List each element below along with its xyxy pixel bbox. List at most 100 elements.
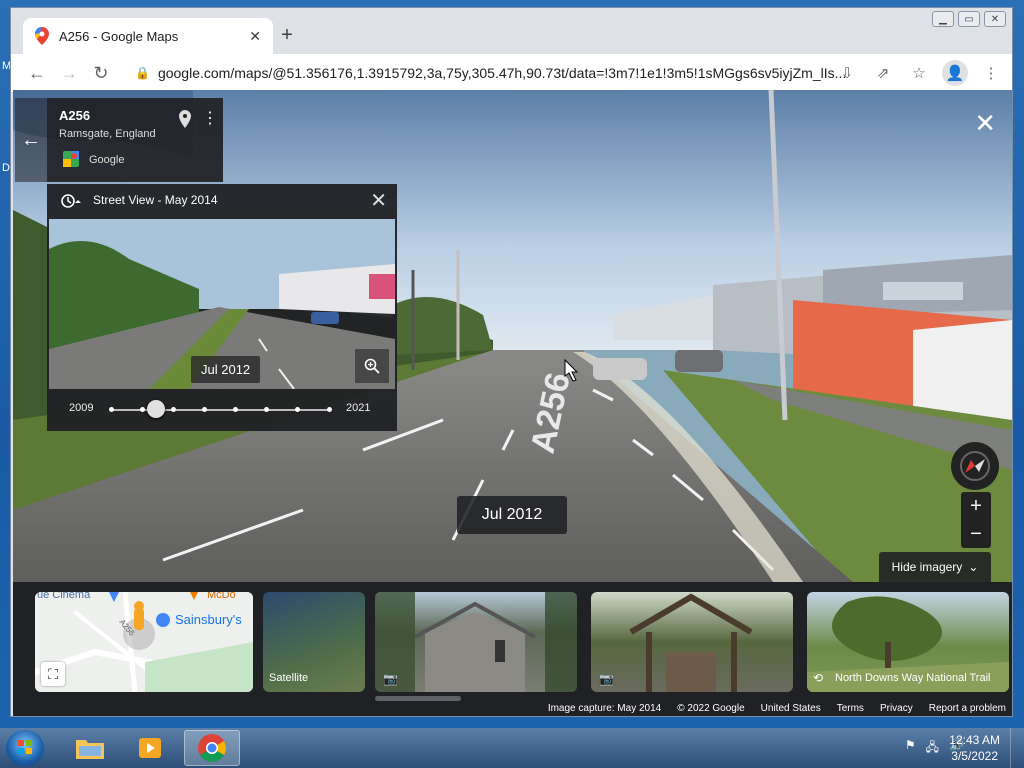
maps-pin-icon bbox=[35, 27, 49, 45]
hide-imagery-label: Hide imagery bbox=[891, 560, 963, 574]
map-label: Sainsbury's bbox=[175, 612, 242, 627]
slider-stop[interactable] bbox=[201, 407, 207, 412]
clock-time: 12:43 AM bbox=[949, 733, 1000, 747]
time-panel-title: Street View - May 2014 bbox=[93, 193, 218, 207]
magnifier-plus-icon bbox=[364, 358, 380, 374]
slider-end-year: 2021 bbox=[346, 402, 371, 414]
browser-window: A256 - Google Maps ✕ + ▁ ▭ ✕ ← → ↻ 🔒 goo… bbox=[10, 7, 1013, 717]
close-street-view-icon[interactable]: ✕ bbox=[974, 108, 996, 139]
browser-toolbar: ← → ↻ 🔒 google.com/maps/@51.356176,1.391… bbox=[11, 54, 1012, 92]
photo-card-trail[interactable]: North Downs Way National Trail ⟲ bbox=[807, 592, 1009, 692]
street-view[interactable]: A256 ← A256 Ramsgate, England Google ⋮ S… bbox=[13, 90, 1012, 716]
thumbnail-date: Jul 2012 bbox=[191, 356, 261, 383]
location-card: A256 Ramsgate, England Google ⋮ bbox=[47, 98, 223, 182]
hide-imagery-button[interactable]: Hide imagery ⌄ bbox=[879, 552, 991, 582]
zoom-control: + − bbox=[961, 492, 991, 548]
windows-logo-icon bbox=[18, 740, 32, 754]
report-problem-link[interactable]: Report a problem bbox=[929, 703, 1006, 714]
tab-google-maps[interactable]: A256 - Google Maps ✕ bbox=[23, 18, 273, 54]
camera-icon: 📷 bbox=[599, 672, 614, 686]
close-window-button[interactable]: ✕ bbox=[984, 11, 1006, 27]
taskbar: ⚑ 🖧 🔊 12:43 AM 3/5/2022 bbox=[0, 728, 1024, 768]
taskbar-media-player[interactable] bbox=[122, 730, 178, 766]
photo-card-church[interactable]: 📷 bbox=[375, 592, 577, 692]
card-label: Satellite bbox=[269, 672, 309, 684]
maximize-button[interactable]: ▭ bbox=[958, 11, 980, 27]
map-card[interactable]: ue Cinema McDo Sainsbury's A256 ⛶ bbox=[35, 592, 253, 692]
more-options-icon[interactable]: ⋮ bbox=[202, 108, 218, 128]
location-pin-icon[interactable] bbox=[179, 110, 191, 128]
media-player-icon bbox=[139, 738, 161, 758]
map-label: ue Cinema bbox=[37, 592, 91, 601]
road-name: A256 bbox=[59, 108, 91, 123]
profile-avatar[interactable]: 👤 bbox=[942, 60, 968, 86]
current-date-chip: Jul 2012 bbox=[457, 496, 567, 534]
mini-map: ue Cinema McDo Sainsbury's A256 bbox=[35, 592, 253, 692]
google-maps-icon bbox=[63, 151, 79, 167]
back-to-map-button[interactable]: ← bbox=[15, 98, 47, 182]
address-bar[interactable]: 🔒 google.com/maps/@51.356176,1.3915792,3… bbox=[125, 59, 845, 87]
slider-stop[interactable] bbox=[264, 407, 270, 412]
install-icon[interactable]: ⇩ bbox=[834, 60, 860, 86]
bookmark-star-icon[interactable]: ☆ bbox=[906, 60, 932, 86]
slider-stop[interactable] bbox=[295, 407, 301, 412]
lock-icon: 🔒 bbox=[135, 66, 150, 80]
region-link[interactable]: United States bbox=[761, 703, 821, 714]
gate-photo bbox=[629, 593, 753, 692]
start-button[interactable] bbox=[6, 730, 44, 766]
slider-stop[interactable] bbox=[233, 407, 239, 412]
compass-icon bbox=[960, 451, 990, 481]
year-slider[interactable]: 2009 2021 bbox=[47, 398, 397, 422]
reload-icon[interactable]: ↻ bbox=[85, 63, 117, 84]
slider-start-year: 2009 bbox=[69, 402, 94, 414]
church-photo bbox=[375, 592, 577, 692]
tab-title: A256 - Google Maps bbox=[59, 28, 179, 44]
chevron-down-icon: ⌄ bbox=[968, 560, 979, 574]
privacy-link[interactable]: Privacy bbox=[880, 703, 913, 714]
taskbar-file-explorer[interactable] bbox=[62, 730, 118, 766]
share-icon[interactable]: ⇗ bbox=[870, 60, 896, 86]
zoom-out-button[interactable]: − bbox=[961, 520, 991, 548]
menu-kebab-icon[interactable]: ⋮ bbox=[978, 60, 1004, 86]
slider-knob[interactable] bbox=[147, 400, 166, 418]
close-icon[interactable]: ✕ bbox=[370, 188, 387, 213]
desktop-edge-text: D bbox=[2, 162, 10, 174]
network-icon[interactable]: 🖧 bbox=[926, 738, 939, 759]
map-footer: Image capture: May 2014 © 2022 Google Un… bbox=[541, 700, 1012, 716]
map-label: McDo bbox=[207, 592, 236, 601]
slider-stop[interactable] bbox=[170, 407, 176, 412]
copyright: © 2022 Google bbox=[677, 702, 745, 714]
zoom-thumbnail-button[interactable] bbox=[355, 349, 389, 383]
show-desktop-button[interactable] bbox=[1010, 728, 1024, 768]
compass-button[interactable] bbox=[951, 442, 999, 490]
terms-link[interactable]: Terms bbox=[837, 703, 864, 714]
back-icon[interactable]: ← bbox=[21, 63, 53, 84]
action-center-flag-icon[interactable]: ⚑ bbox=[905, 738, 916, 759]
forward-icon[interactable]: → bbox=[53, 63, 85, 84]
folder-icon bbox=[76, 740, 104, 759]
chrome-icon bbox=[198, 734, 226, 762]
tab-close-icon[interactable]: ✕ bbox=[249, 28, 261, 45]
history-icon[interactable] bbox=[59, 192, 81, 210]
slider-stop[interactable] bbox=[108, 407, 114, 412]
taskbar-chrome[interactable] bbox=[184, 730, 240, 766]
slider-stop[interactable] bbox=[139, 407, 145, 412]
fullscreen-icon[interactable]: ⛶ bbox=[41, 662, 65, 686]
satellite-card[interactable]: Satellite bbox=[263, 592, 365, 692]
card-label: North Downs Way National Trail bbox=[835, 672, 991, 684]
historic-thumbnail[interactable]: Jul 2012 bbox=[49, 219, 395, 389]
taskbar-clock[interactable]: 12:43 AM 3/5/2022 bbox=[949, 732, 1000, 764]
strip-scrollbar[interactable] bbox=[375, 696, 461, 701]
minimize-button[interactable]: ▁ bbox=[932, 11, 954, 27]
window-controls: ▁ ▭ ✕ bbox=[932, 11, 1006, 27]
zoom-in-button[interactable]: + bbox=[961, 492, 991, 520]
place-name: Ramsgate, England bbox=[59, 128, 156, 140]
clock-date: 3/5/2022 bbox=[951, 749, 998, 763]
photo-card-gate[interactable]: 📷 bbox=[591, 592, 793, 692]
imagery-strip: ue Cinema McDo Sainsbury's A256 ⛶ Satell… bbox=[13, 582, 1012, 716]
new-tab-button[interactable]: + bbox=[275, 24, 299, 47]
slider-stop[interactable] bbox=[326, 407, 332, 412]
image-capture-date: Image capture: May 2014 bbox=[547, 702, 662, 714]
360-icon: ⟲ bbox=[813, 671, 824, 685]
tab-bar: A256 - Google Maps ✕ + ▁ ▭ ✕ bbox=[11, 8, 1012, 54]
